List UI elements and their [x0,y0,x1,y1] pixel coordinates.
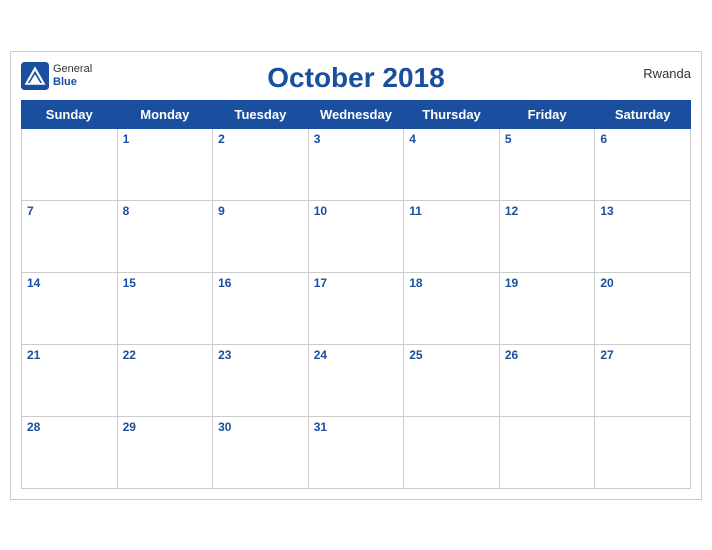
weekday-header-sunday: Sunday [22,100,118,128]
day-number: 20 [600,276,613,290]
calendar-week-row: 14 15 16 17 18 19 20 [22,272,691,344]
day-number: 30 [218,420,231,434]
day-number: 15 [123,276,136,290]
weekday-header-thursday: Thursday [404,100,500,128]
day-number: 21 [27,348,40,362]
calendar-cell: 18 [404,272,500,344]
calendar-cell: 3 [308,128,404,200]
weekday-header-saturday: Saturday [595,100,691,128]
day-number: 9 [218,204,225,218]
calendar-week-row: 28 29 30 31 [22,416,691,488]
calendar-week-row: 1 2 3 4 5 6 [22,128,691,200]
calendar-cell [22,128,118,200]
day-number: 27 [600,348,613,362]
calendar-cell: 6 [595,128,691,200]
day-number: 1 [123,132,130,146]
calendar-cell [404,416,500,488]
day-number: 29 [123,420,136,434]
day-number: 7 [27,204,34,218]
day-number: 31 [314,420,327,434]
calendar-week-row: 7 8 9 10 11 12 13 [22,200,691,272]
weekday-header-row: SundayMondayTuesdayWednesdayThursdayFrid… [22,100,691,128]
calendar-cell: 22 [117,344,213,416]
calendar-cell: 28 [22,416,118,488]
calendar-cell: 7 [22,200,118,272]
calendar-title: October 2018 [267,62,444,94]
calendar-table: SundayMondayTuesdayWednesdayThursdayFrid… [21,100,691,489]
day-number: 2 [218,132,225,146]
day-number: 3 [314,132,321,146]
calendar-header: General Blue October 2018 Rwanda [21,62,691,94]
day-number: 13 [600,204,613,218]
day-number: 28 [27,420,40,434]
calendar-cell: 27 [595,344,691,416]
day-number: 18 [409,276,422,290]
day-number: 24 [314,348,327,362]
calendar-cell: 29 [117,416,213,488]
calendar-cell: 23 [213,344,309,416]
calendar-cell: 5 [499,128,595,200]
calendar-cell: 31 [308,416,404,488]
calendar-cell: 25 [404,344,500,416]
weekday-header-friday: Friday [499,100,595,128]
weekday-header-wednesday: Wednesday [308,100,404,128]
day-number: 25 [409,348,422,362]
weekday-header-monday: Monday [117,100,213,128]
calendar-cell: 1 [117,128,213,200]
calendar-cell: 12 [499,200,595,272]
day-number: 6 [600,132,607,146]
logo-blue-text: Blue [53,76,92,88]
calendar-cell: 4 [404,128,500,200]
day-number: 8 [123,204,130,218]
calendar-cell: 8 [117,200,213,272]
day-number: 23 [218,348,231,362]
generalblue-logo-icon [21,62,49,90]
day-number: 26 [505,348,518,362]
weekday-header-tuesday: Tuesday [213,100,309,128]
day-number: 12 [505,204,518,218]
calendar-cell: 30 [213,416,309,488]
country-label: Rwanda [643,66,691,81]
day-number: 11 [409,204,422,218]
calendar-cell: 13 [595,200,691,272]
calendar-cell: 21 [22,344,118,416]
calendar-cell: 14 [22,272,118,344]
calendar-cell: 19 [499,272,595,344]
calendar-cell: 16 [213,272,309,344]
calendar-cell: 20 [595,272,691,344]
calendar-cell: 9 [213,200,309,272]
day-number: 4 [409,132,416,146]
logo-area: General Blue [21,62,92,90]
day-number: 16 [218,276,231,290]
day-number: 10 [314,204,327,218]
logo-text: General Blue [53,63,92,87]
calendar-cell: 17 [308,272,404,344]
calendar-cell: 26 [499,344,595,416]
calendar-cell: 2 [213,128,309,200]
calendar-cell: 24 [308,344,404,416]
calendar-cell [499,416,595,488]
calendar-cell: 15 [117,272,213,344]
calendar-week-row: 21 22 23 24 25 26 27 [22,344,691,416]
day-number: 22 [123,348,136,362]
day-number: 5 [505,132,512,146]
calendar-cell [595,416,691,488]
calendar-cell: 11 [404,200,500,272]
calendar-cell: 10 [308,200,404,272]
calendar-container: General Blue October 2018 Rwanda SundayM… [10,51,702,500]
day-number: 17 [314,276,327,290]
day-number: 19 [505,276,518,290]
day-number: 14 [27,276,40,290]
logo-general: General [53,63,92,75]
